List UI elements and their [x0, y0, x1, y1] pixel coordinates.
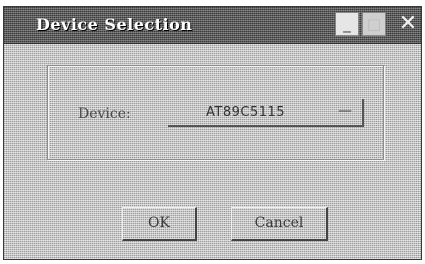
minimize-button[interactable]: _ — [335, 12, 359, 36]
dropdown-icon[interactable]: — — [338, 103, 352, 119]
device-label: Device: — [78, 106, 131, 122]
device-value: AT89C5115 — [206, 105, 286, 120]
maximize-button[interactable]: □ — [362, 12, 386, 36]
cancel-button[interactable]: Cancel — [231, 207, 328, 241]
window-title: Device Selection — [36, 15, 193, 34]
ok-button[interactable]: OK — [122, 207, 197, 241]
device-selection-dialog: Device Selection _ □ ✕ Device: AT89C5115… — [3, 6, 422, 260]
device-group-box: Device: AT89C5115 — — [47, 65, 384, 160]
device-combo-box[interactable]: AT89C5115 — — [168, 99, 364, 127]
dialog-body: Device: AT89C5115 — OK Cancel — [4, 43, 421, 259]
close-button[interactable]: ✕ — [396, 12, 420, 36]
title-bar[interactable]: Device Selection _ □ ✕ — [4, 7, 421, 44]
